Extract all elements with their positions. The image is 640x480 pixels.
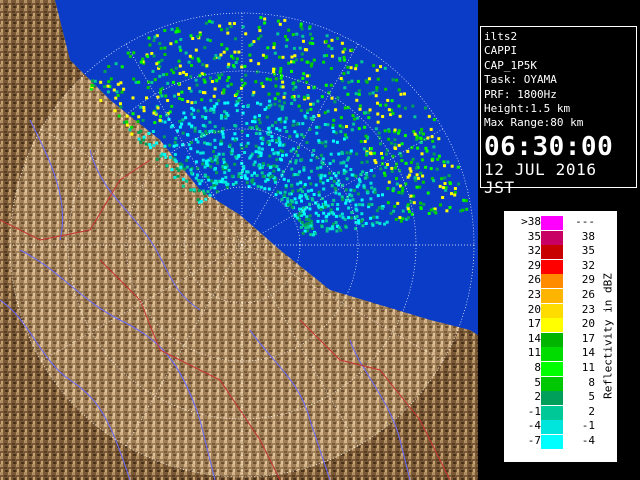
observation-time: 06:30:00 bbox=[484, 131, 614, 162]
legend-color-swatch bbox=[541, 230, 563, 245]
legend-color-swatch bbox=[541, 405, 563, 420]
legend-color-swatch bbox=[541, 332, 563, 347]
legend-upper-bound: 38 bbox=[581, 229, 595, 243]
legend-upper-bound: 11 bbox=[581, 361, 595, 374]
legend-upper-bound: 26 bbox=[581, 288, 595, 301]
legend-lower-bound: 14 bbox=[527, 331, 541, 345]
legend-upper-bound: 35 bbox=[581, 244, 595, 258]
legend-row: 8 11 bbox=[504, 361, 595, 376]
legend-row: 20 23 bbox=[504, 302, 595, 318]
legend-lower-bound: 8 bbox=[534, 361, 541, 374]
legend-upper-bound: 32 bbox=[581, 258, 595, 272]
legend-lower-bound: -4 bbox=[527, 419, 541, 433]
legend-lower-bound: 32 bbox=[527, 244, 541, 258]
legend-lower-bound: 26 bbox=[527, 273, 541, 287]
legend-lower-bound: 17 bbox=[527, 317, 541, 331]
legend-lower-bound: 23 bbox=[527, 288, 541, 301]
legend-color-swatch bbox=[541, 245, 563, 260]
legend-unit-label: Reflectivity in dBZ bbox=[601, 273, 615, 399]
legend-color-swatch bbox=[541, 435, 563, 449]
station-name: ilts2 bbox=[484, 30, 518, 43]
legend-lower-bound: 2 bbox=[534, 390, 541, 404]
max-range-value: Max Range:80 km bbox=[484, 116, 584, 130]
legend-row: 17 20 bbox=[504, 317, 595, 333]
legend-color-swatch bbox=[541, 274, 563, 289]
height-value: Height:1.5 km bbox=[484, 102, 571, 116]
legend-color-swatch bbox=[541, 391, 563, 406]
legend-color-swatch bbox=[541, 259, 563, 274]
legend-upper-bound: 23 bbox=[581, 302, 595, 316]
legend-upper-bound: 5 bbox=[588, 390, 595, 404]
legend-lower-bound: 29 bbox=[527, 258, 541, 272]
legend-upper-bound: 14 bbox=[581, 346, 595, 360]
legend-upper-bound: -4 bbox=[581, 434, 595, 447]
radar-map bbox=[0, 0, 478, 480]
legend-row: 26 29 bbox=[504, 273, 595, 289]
legend-lower-bound: >38 bbox=[521, 215, 541, 228]
legend-row: 11 14 bbox=[504, 346, 595, 362]
legend-row: 29 32 bbox=[504, 258, 595, 274]
legend-color-swatch bbox=[541, 216, 563, 230]
legend-row: 25 bbox=[504, 390, 595, 406]
legend-lower-bound: 5 bbox=[534, 375, 541, 389]
legend-color-swatch bbox=[541, 289, 563, 303]
legend-lower-bound: 20 bbox=[527, 302, 541, 316]
observation-date: 12 JUL 2016 JST bbox=[484, 159, 597, 197]
legend-color-swatch bbox=[541, 376, 563, 391]
legend-upper-bound: 2 bbox=[588, 404, 595, 418]
legend-color-swatch bbox=[541, 318, 563, 333]
task-name: Task: OYAMA bbox=[484, 73, 557, 87]
legend-row: -4 -1 bbox=[504, 419, 595, 435]
legend-upper-bound: 29 bbox=[581, 273, 595, 287]
legend-upper-bound: 17 bbox=[581, 331, 595, 345]
legend-color-swatch bbox=[541, 420, 563, 435]
legend-row: >38 --- bbox=[504, 215, 595, 230]
legend-lower-bound: 35 bbox=[527, 229, 541, 243]
prf-value: PRF: 1800Hz bbox=[484, 87, 557, 101]
product-type: CAPPI bbox=[484, 44, 518, 58]
legend-lower-bound: 11 bbox=[527, 346, 541, 360]
legend-row: 35 38 bbox=[504, 229, 595, 245]
legend-color-swatch bbox=[541, 303, 563, 318]
legend-color-swatch bbox=[541, 362, 563, 376]
radar-display[interactable] bbox=[0, 0, 478, 480]
legend-row: 23 26 bbox=[504, 288, 595, 303]
legend-row: -1 2 bbox=[504, 404, 595, 420]
legend-row: -7 -4 bbox=[504, 434, 595, 449]
product-id: CAP_1P5K bbox=[484, 58, 537, 72]
legend-row: 14 17 bbox=[504, 331, 595, 347]
legend-row: 32 35 bbox=[504, 244, 595, 260]
legend-lower-bound: -1 bbox=[527, 404, 541, 418]
legend-lower-bound: -7 bbox=[527, 434, 541, 447]
legend-upper-bound: --- bbox=[575, 215, 595, 228]
legend-row: 58 bbox=[504, 375, 595, 391]
reflectivity-legend: >38 --- 35 38 32 35 29 32 26 29 23 26 20 23 17 20 14 17 11… bbox=[503, 210, 618, 463]
legend-color-swatch bbox=[541, 347, 563, 362]
legend-upper-bound: -1 bbox=[581, 419, 595, 433]
legend-upper-bound: 8 bbox=[588, 375, 595, 389]
info-panel: ilts2 CAPPI CAP_1P5K Task: OYAMA PRF: 18… bbox=[480, 26, 637, 196]
legend-upper-bound: 20 bbox=[581, 317, 595, 331]
